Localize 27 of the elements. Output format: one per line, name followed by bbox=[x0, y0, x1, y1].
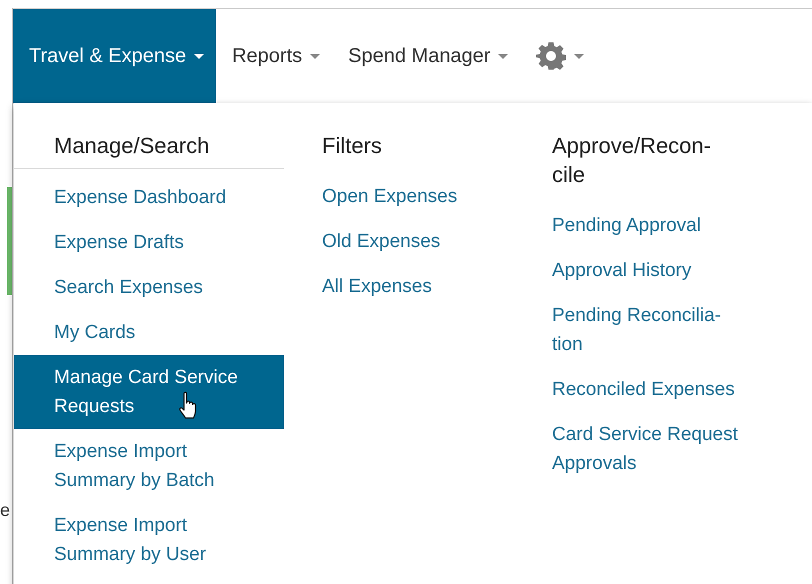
menu-item[interactable]: Search Expenses bbox=[14, 265, 284, 310]
nav-tab[interactable]: Spend Manager bbox=[332, 9, 520, 103]
column-heading: Filters bbox=[321, 132, 383, 160]
menu-item[interactable]: Manage Card Service Requests bbox=[14, 355, 284, 429]
caret-icon bbox=[498, 54, 508, 58]
menu-item[interactable]: Open Expenses bbox=[284, 174, 552, 219]
caret-icon bbox=[194, 54, 204, 58]
menu-item[interactable]: My Cards bbox=[14, 310, 284, 355]
column-heading: Approve/Recon-cile bbox=[552, 132, 712, 189]
page-text-fragment: e bbox=[0, 500, 10, 521]
menu-item[interactable]: Expense Drafts bbox=[14, 220, 284, 265]
menu-item[interactable]: Expense Dashboard bbox=[14, 175, 284, 220]
menu-item[interactable]: Old Expenses bbox=[284, 219, 552, 264]
caret-icon bbox=[574, 54, 584, 58]
menu-item[interactable]: Pending Approval bbox=[552, 203, 773, 248]
menu-item[interactable]: Pending Reconcilia-tion bbox=[552, 293, 773, 367]
menu-item[interactable]: Expense Import Summary by Batch bbox=[14, 429, 284, 503]
column-heading: Manage/Search bbox=[14, 131, 284, 169]
caret-icon bbox=[310, 54, 320, 58]
menu-item[interactable]: Approval History bbox=[552, 248, 773, 293]
settings-icon bbox=[536, 41, 566, 71]
menu-item[interactable]: Expense Import Summary by User bbox=[14, 503, 284, 577]
menu-item[interactable]: Card Service Request Approvals bbox=[552, 412, 773, 486]
nav-tab[interactable]: Travel & Expense bbox=[13, 9, 216, 103]
menu-item[interactable]: All Expenses bbox=[284, 264, 552, 309]
menu-item[interactable]: Reconciled Expenses bbox=[552, 367, 773, 412]
nav-tab[interactable]: Reports bbox=[216, 9, 332, 103]
